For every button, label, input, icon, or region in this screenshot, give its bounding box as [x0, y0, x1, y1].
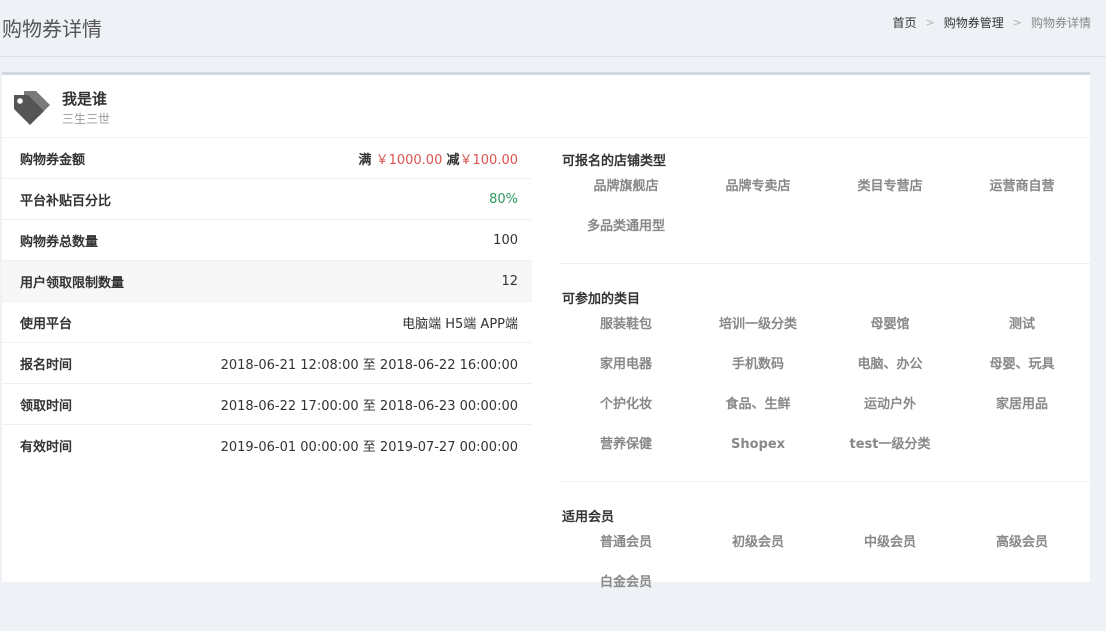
detail-label: 领取时间 [20, 398, 73, 414]
category-chip: 手机数码 [731, 357, 784, 372]
amount-minus-label: 减 [446, 152, 460, 168]
coupon-detail-panel: 我是谁 三生三世 购物券金额 满 ￥1000.00 减￥100.00 平台补贴百… [2, 72, 1090, 590]
category-chip: 营养保健 [599, 437, 652, 452]
valid-time-value: 2019-06-01 00:00:00 至 2019-07-27 00:00:0… [220, 440, 518, 455]
category-chip: 食品、生鲜 [725, 397, 791, 412]
amount-discount: ￥100.00 [459, 152, 519, 168]
category-chip: 家居用品 [995, 397, 1048, 412]
detail-label: 购物券总数量 [20, 234, 99, 250]
category-chip: Shopex [730, 437, 786, 452]
amount-full-label: 满 [358, 152, 372, 168]
page-title: 购物券详情 [2, 17, 102, 41]
detail-row-amount: 购物券金额 满 ￥1000.00 减￥100.00 [2, 138, 532, 179]
amount-threshold: ￥1000.00 [375, 152, 443, 168]
detail-label: 用户领取限制数量 [20, 275, 125, 291]
detail-row-receive-time: 领取时间 2018-06-22 17:00:00 至 2018-06-23 00… [2, 384, 532, 425]
platform-value: 电脑端 H5端 APP端 [402, 316, 518, 332]
detail-row-limit: 用户领取限制数量 12 [2, 261, 532, 302]
member-chip: 高级会员 [995, 535, 1048, 550]
panel-header: 我是谁 三生三世 [2, 75, 1090, 138]
detail-row-total: 购物券总数量 100 [2, 220, 532, 261]
breadcrumb-current: 购物券详情 [1030, 16, 1091, 30]
category-list: 服装鞋包 培训一级分类 母婴馆 测试 家用电器 手机数码 电脑、办公 母婴、玩具… [560, 313, 1090, 473]
category-chip: 母婴馆 [870, 317, 910, 332]
amount-value: 满 ￥1000.00 减￥100.00 [358, 149, 518, 168]
member-list: 普通会员 初级会员 中级会员 高级会员 白金会员 [560, 531, 1090, 611]
detail-label: 使用平台 [20, 316, 73, 332]
store-type-chip: 品牌旗舰店 [593, 179, 659, 194]
store-type-chip: 运营商自营 [989, 179, 1055, 194]
member-chip: 普通会员 [599, 535, 652, 550]
detail-label: 平台补贴百分比 [20, 193, 112, 209]
signup-time-value: 2018-06-21 12:08:00 至 2018-06-22 16:00:0… [220, 357, 518, 373]
breadcrumb: 首页 > 购物券管理 > 购物券详情 [893, 14, 1091, 31]
section-title: 可参加的类目 [562, 292, 641, 307]
section-title: 适用会员 [562, 510, 615, 525]
breadcrumb-home[interactable]: 首页 [893, 14, 917, 31]
store-type-chip: 品牌专卖店 [725, 179, 791, 194]
detail-row-signup-time: 报名时间 2018-06-21 12:08:00 至 2018-06-22 16… [2, 343, 532, 384]
category-section: 可参加的类目 服装鞋包 培训一级分类 母婴馆 测试 家用电器 手机数码 电脑、办… [560, 276, 1090, 482]
store-type-chip: 多品类通用型 [586, 219, 665, 234]
category-chip: 家用电器 [599, 357, 652, 372]
detail-list: 购物券金额 满 ￥1000.00 减￥100.00 平台补贴百分比 80% 购物… [2, 138, 532, 466]
detail-row-platform: 使用平台 电脑端 H5端 APP端 [2, 302, 532, 343]
store-type-section: 可报名的店铺类型 品牌旗舰店 品牌专卖店 类目专营店 运营商自营 多品类通用型 [560, 138, 1090, 264]
member-chip: 初级会员 [731, 535, 784, 550]
breadcrumb-separator-icon: > [1012, 16, 1022, 29]
detail-row-valid-time: 有效时间 2019-06-01 00:00:00 至 2019-07-27 00… [2, 425, 532, 466]
category-chip: 个护化妆 [599, 397, 652, 412]
coupon-subtitle: 三生三世 [62, 112, 111, 126]
receive-time-value: 2018-06-22 17:00:00 至 2018-06-23 00:00:0… [220, 398, 518, 414]
breadcrumb-coupon-management[interactable]: 购物券管理 [944, 14, 1004, 31]
category-chip: 培训一级分类 [718, 317, 797, 332]
detail-label: 有效时间 [20, 440, 73, 455]
detail-label: 购物券金额 [20, 152, 86, 168]
page-header: 购物券详情 首页 > 购物券管理 > 购物券详情 [0, 0, 1106, 57]
total-value: 100 [493, 232, 518, 248]
member-section: 适用会员 普通会员 初级会员 中级会员 高级会员 白金会员 [560, 494, 1090, 619]
category-chip: 服装鞋包 [599, 317, 652, 332]
limit-value: 12 [501, 273, 518, 289]
tags-icon [14, 91, 50, 125]
store-type-list: 品牌旗舰店 品牌专卖店 类目专营店 运营商自营 多品类通用型 [560, 175, 1090, 255]
detail-label: 报名时间 [20, 357, 73, 373]
category-chip: 测试 [1008, 317, 1035, 332]
scope-panel: 可报名的店铺类型 品牌旗舰店 品牌专卖店 类目专营店 运营商自营 多品类通用型 … [560, 138, 1090, 631]
category-chip: test一级分类 [849, 437, 931, 452]
coupon-name: 我是谁 [62, 90, 108, 108]
member-chip: 白金会员 [599, 575, 652, 590]
section-title: 可报名的店铺类型 [562, 154, 667, 169]
subsidy-value: 80% [489, 191, 518, 207]
store-type-chip: 类目专营店 [857, 179, 923, 194]
category-chip: 母婴、玩具 [989, 357, 1055, 372]
category-chip: 电脑、办公 [857, 357, 923, 372]
breadcrumb-separator-icon: > [925, 16, 935, 29]
detail-row-subsidy: 平台补贴百分比 80% [2, 179, 532, 220]
member-chip: 中级会员 [863, 535, 916, 550]
category-chip: 运动户外 [863, 397, 916, 412]
